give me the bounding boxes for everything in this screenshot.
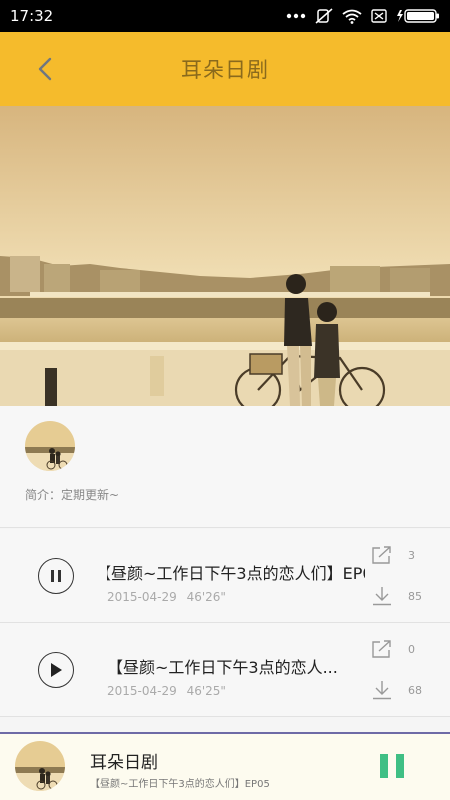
wifi-icon — [342, 9, 362, 24]
dots-icon — [286, 13, 306, 19]
back-button[interactable] — [30, 54, 60, 84]
episode-duration: 46'25" — [186, 684, 226, 698]
page-title: 耳朵日剧 — [181, 58, 269, 82]
download-count: 68 — [408, 684, 422, 697]
episode-date: 2015-04-29 — [107, 684, 177, 698]
share-count: 0 — [408, 643, 415, 656]
status-time: 17:32 — [10, 7, 54, 25]
episode-date: 2015-04-29 — [107, 590, 177, 604]
album-avatar[interactable] — [25, 421, 75, 471]
screen: 17:32 耳朵日剧 简介：定期更新~ 【昼颜~工作日下午3点的恋人们】EP 2… — [0, 0, 450, 800]
play-icon — [51, 663, 62, 677]
episode-duration: 46'26" — [186, 590, 226, 604]
episode-title: 【昼颜~工作日下午3点的恋人们】EP05 — [107, 564, 365, 582]
player-subtitle: 【昼颜~工作日下午3点的恋人们】EP05 — [90, 779, 270, 790]
episode-meta: 2015-04-29 46'26" — [107, 590, 226, 604]
mini-player[interactable]: 耳朵日剧 【昼颜~工作日下午3点的恋人们】EP05 — [0, 732, 450, 800]
episode-meta: 2015-04-29 46'25" — [107, 684, 226, 698]
mute-icon — [315, 8, 333, 24]
battery-charging-icon — [397, 9, 439, 23]
download-icon[interactable] — [371, 680, 393, 700]
album-cover-image — [0, 106, 450, 406]
album-info: 简介：定期更新~ — [0, 406, 450, 528]
status-icons — [286, 8, 440, 24]
pause-bar-icon — [380, 754, 388, 778]
player-cover[interactable] — [15, 741, 65, 791]
download-count: 85 — [408, 590, 422, 603]
player-pause-button[interactable] — [380, 754, 404, 780]
download-icon[interactable] — [371, 586, 393, 606]
chevron-left-icon — [38, 57, 52, 81]
pause-button[interactable] — [38, 558, 74, 594]
share-icon[interactable] — [371, 545, 393, 565]
episode-row[interactable]: 【昼颜~工作日下午3点的恋人们】EP05 2015-04-29 46'26" 3… — [0, 529, 450, 623]
status-bar: 17:32 — [0, 0, 450, 32]
album-intro: 简介：定期更新~ — [25, 488, 120, 502]
pause-icon — [51, 570, 61, 582]
share-icon[interactable] — [371, 639, 393, 659]
episode-row[interactable]: 【昼颜~工作日下午3点的恋人... 2015-04-29 46'25" 0 68 — [0, 623, 450, 717]
pause-bar-icon — [396, 754, 404, 778]
share-count: 3 — [408, 549, 415, 562]
episode-title: 【昼颜~工作日下午3点的恋人... — [107, 658, 338, 676]
title-bar: 耳朵日剧 — [0, 32, 450, 106]
sim-off-icon — [371, 9, 387, 23]
play-button[interactable] — [38, 652, 74, 688]
player-title: 耳朵日剧 — [90, 753, 158, 773]
